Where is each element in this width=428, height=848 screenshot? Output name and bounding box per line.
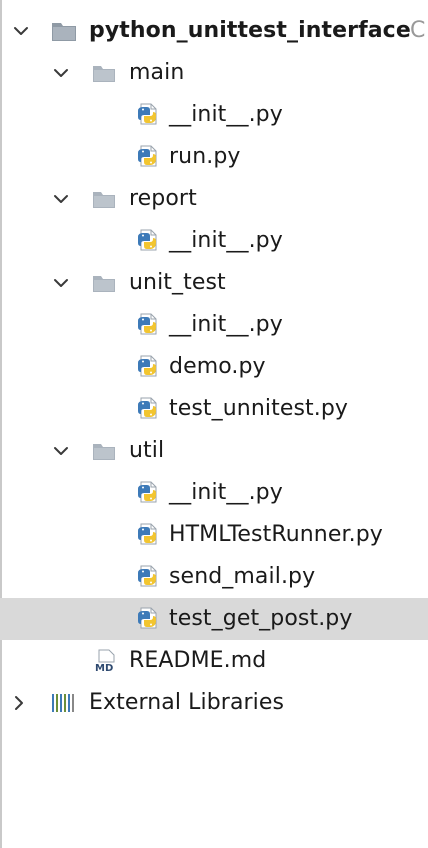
file-item[interactable]: test_get_post.py [0, 598, 428, 640]
chevron-down-icon[interactable] [52, 442, 70, 460]
file-label: README.md [129, 648, 267, 673]
file-label: run.py [169, 144, 241, 169]
file-label: __init__.py [169, 312, 283, 337]
folder-unit-test[interactable]: unit_test [0, 262, 428, 304]
file-label: __init__.py [169, 228, 283, 253]
file-label: test_get_post.py [169, 606, 353, 631]
folder-label: report [129, 186, 197, 211]
python-file-icon [135, 103, 161, 127]
folder-report[interactable]: report [0, 178, 428, 220]
folder-label: main [129, 60, 185, 85]
python-file-icon [135, 313, 161, 337]
library-icon [50, 691, 76, 715]
folder-icon [91, 271, 117, 295]
markdown-file-icon: MD [93, 649, 119, 674]
file-item[interactable]: demo.py [0, 346, 428, 388]
file-item[interactable]: send_mail.py [0, 556, 428, 598]
folder-label: unit_test [129, 270, 226, 295]
file-item[interactable]: __init__.py [0, 220, 428, 262]
root-path-suffix: C [410, 18, 426, 43]
folder-icon [91, 439, 117, 463]
chevron-right-icon[interactable] [10, 694, 28, 712]
file-item[interactable]: __init__.py [0, 472, 428, 514]
folder-icon [91, 187, 117, 211]
file-label: __init__.py [169, 102, 283, 127]
file-label: test_unnitest.py [169, 396, 349, 421]
file-label: send_mail.py [169, 564, 316, 589]
file-label: __init__.py [169, 480, 283, 505]
folder-label: util [129, 438, 165, 463]
python-file-icon [135, 145, 161, 169]
file-label: demo.py [169, 354, 266, 379]
root-folder-label: python_unittest_interface [89, 18, 411, 43]
file-readme[interactable]: MD README.md [0, 640, 428, 682]
file-item[interactable]: HTMLTestRunner.py [0, 514, 428, 556]
tree-root-folder[interactable]: python_unittest_interface C [0, 10, 428, 52]
markdown-badge: MD [95, 663, 113, 673]
python-file-icon [135, 355, 161, 379]
python-file-icon [135, 565, 161, 589]
external-libraries[interactable]: External Libraries [0, 682, 428, 724]
project-tree: python_unittest_interface Cmain __init__.p… [0, 10, 428, 724]
python-file-icon [135, 523, 161, 547]
file-item[interactable]: test_unnitest.py [0, 388, 428, 430]
chevron-down-icon[interactable] [52, 190, 70, 208]
file-item[interactable]: run.py [0, 136, 428, 178]
file-item[interactable]: __init__.py [0, 304, 428, 346]
python-file-icon [135, 607, 161, 631]
chevron-down-icon[interactable] [52, 274, 70, 292]
python-file-icon [135, 229, 161, 253]
project-tree-panel: python_unittest_interface Cmain __init__.p… [0, 0, 428, 848]
folder-util[interactable]: util [0, 430, 428, 472]
python-file-icon [135, 397, 161, 421]
folder-main[interactable]: main [0, 52, 428, 94]
file-label: HTMLTestRunner.py [169, 522, 383, 547]
external-libraries-label: External Libraries [89, 690, 285, 715]
folder-icon [51, 19, 77, 43]
file-item[interactable]: __init__.py [0, 94, 428, 136]
chevron-down-icon[interactable] [12, 22, 30, 40]
folder-icon [91, 61, 117, 85]
chevron-down-icon[interactable] [52, 64, 70, 82]
python-file-icon [135, 481, 161, 505]
